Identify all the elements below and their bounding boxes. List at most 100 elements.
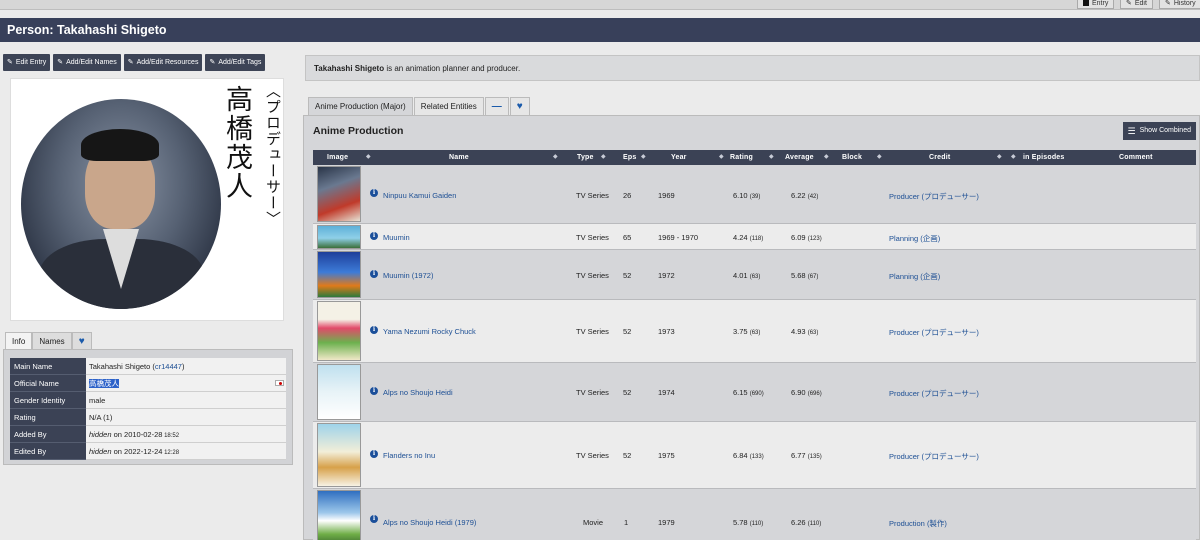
col-eps[interactable]: Eps ◆ — [623, 150, 646, 165]
sort-icon: ◆ — [877, 154, 882, 160]
credit-link[interactable]: Planning (企画) — [889, 271, 940, 282]
info-panel: Main Name Takahashi Shigeto (cr14447) Of… — [3, 349, 293, 465]
table-row: i Yama Nezumi Rocky Chuck TV Series 52 1… — [313, 300, 1196, 363]
tab-names[interactable]: Names — [32, 332, 72, 349]
credit-link[interactable]: Producer (プロデューサー) — [889, 191, 979, 202]
info-row-added-by: Added By hidden on 2010-02-28 18:52 — [10, 426, 286, 443]
table-row: i Flanders no Inu TV Series 52 1975 6.84… — [313, 422, 1196, 489]
tab-edit[interactable]: ✎ Edit — [1120, 0, 1153, 9]
tab-favorite-list[interactable]: ♥ — [509, 97, 530, 115]
table-row: i Alps no Shoujo Heidi (1979) Movie 1 19… — [313, 489, 1196, 540]
col-year[interactable]: Year ◆ — [671, 150, 724, 165]
info-row-main-name: Main Name Takahashi Shigeto (cr14447) — [10, 358, 286, 375]
tab-related-entities[interactable]: Related Entities — [413, 97, 484, 115]
description-box: Takahashi Shigeto is an animation planne… — [305, 55, 1200, 81]
top-strip: Entry ✎ Edit ✎ History — [0, 0, 1200, 10]
square-icon — [1083, 0, 1089, 6]
info-tabs: Info Names ♥ — [5, 332, 92, 349]
info-row-official-name: Official Name 高橋茂人 — [10, 375, 286, 392]
info-icon[interactable]: i — [370, 232, 378, 240]
sort-icon: ◆ — [366, 154, 371, 160]
sort-icon: ◆ — [719, 154, 724, 160]
list-icon: ☰ — [1127, 126, 1136, 136]
col-image[interactable]: Image ◆ — [327, 150, 371, 165]
info-row-rating: Rating N/A (1) — [10, 409, 286, 426]
production-heading: Anime Production — [313, 125, 404, 137]
portrait-image — [21, 99, 221, 309]
sort-icon: ◆ — [824, 154, 829, 160]
info-icon[interactable]: i — [370, 450, 378, 458]
info-icon[interactable]: i — [370, 270, 378, 278]
minus-icon: — — [491, 101, 502, 112]
anime-thumbnail[interactable] — [317, 251, 361, 298]
photo-role-jp: 〈プロデューサー〉 — [264, 83, 282, 227]
anime-title-link[interactable]: Ninpuu Kamui Gaiden — [383, 191, 456, 200]
sort-icon: ◆ — [997, 154, 1002, 160]
sort-icon: ◆ — [601, 154, 606, 160]
table-row: i Muumin TV Series 65 1969 - 1970 4.24 (… — [313, 224, 1196, 250]
anime-title-link[interactable]: Muumin (1972) — [383, 271, 433, 280]
table-row: i Muumin (1972) TV Series 52 1972 4.01 (… — [313, 250, 1196, 300]
edit-names-button[interactable]: ✎ Add/Edit Names — [53, 54, 121, 71]
credit-link[interactable]: Producer (プロデューサー) — [889, 451, 979, 462]
col-average[interactable]: Average ◆ — [785, 150, 829, 165]
anime-thumbnail[interactable] — [317, 301, 361, 361]
tab-anime-production[interactable]: Anime Production (Major) — [308, 97, 413, 115]
creator-id-link[interactable]: cr14447 — [155, 362, 182, 371]
heart-icon: ♥ — [516, 101, 523, 112]
col-name[interactable]: Name ◆ — [449, 150, 558, 165]
credit-link[interactable]: Planning (企画) — [889, 233, 940, 244]
col-type[interactable]: Type ◆ — [577, 150, 606, 165]
info-icon[interactable]: i — [370, 189, 378, 197]
col-credit[interactable]: Credit ◆ — [929, 150, 1002, 165]
col-comment[interactable]: Comment — [1119, 150, 1153, 165]
heart-icon: ♥ — [78, 336, 85, 347]
left-toolbar: ✎ Edit Entry ✎ Add/Edit Names ✎ Add/Edit Re… — [3, 54, 266, 71]
tab-collapse[interactable]: — — [484, 97, 509, 115]
tab-info[interactable]: Info — [5, 332, 33, 349]
photo-name-jp: 高橋茂人 — [221, 85, 252, 201]
credit-link[interactable]: Production (製作) — [889, 518, 947, 529]
pencil-icon: ✎ — [127, 59, 134, 66]
tab-history[interactable]: ✎ History — [1159, 0, 1200, 9]
edit-resources-button[interactable]: ✎ Add/Edit Resources — [123, 54, 203, 71]
pencil-icon: ✎ — [209, 59, 216, 66]
person-photo: 高橋茂人 〈プロデューサー〉 — [10, 78, 284, 321]
info-icon[interactable]: i — [370, 515, 378, 523]
anime-thumbnail[interactable] — [317, 490, 361, 540]
info-row-edited-by: Edited By hidden on 2022-12-24 12:28 — [10, 443, 286, 460]
sort-icon: ◆ — [553, 154, 558, 160]
right-tabs: Anime Production (Major) Related Entitie… — [308, 97, 530, 115]
anime-thumbnail[interactable] — [317, 423, 361, 487]
table-row: i Ninpuu Kamui Gaiden TV Series 26 1969 … — [313, 165, 1196, 224]
pencil-icon: ✎ — [7, 59, 13, 66]
anime-title-link[interactable]: Flanders no Inu — [383, 451, 435, 460]
tab-entry[interactable]: Entry — [1077, 0, 1115, 9]
info-icon[interactable]: i — [370, 387, 378, 395]
col-in-episodes[interactable]: in Episodes ◆ — [1011, 150, 1065, 165]
credit-link[interactable]: Producer (プロデューサー) — [889, 388, 979, 399]
pencil-icon: ✎ — [1165, 0, 1171, 7]
info-icon[interactable]: i — [370, 326, 378, 334]
anime-title-link[interactable]: Alps no Shoujo Heidi (1979) — [383, 518, 476, 527]
table-header: Image ◆ Name ◆ Type ◆ Eps ◆ Year ◆ Rating ◆ Av… — [313, 150, 1196, 165]
show-combined-button[interactable]: ☰ Show Combined — [1122, 122, 1196, 140]
anime-title-link[interactable]: Alps no Shoujo Heidi — [383, 388, 453, 397]
table-row: i Alps no Shoujo Heidi TV Series 52 1974… — [313, 363, 1196, 422]
pencil-icon: ✎ — [57, 59, 64, 66]
tab-favorite[interactable]: ♥ — [71, 332, 92, 349]
credit-link[interactable]: Producer (プロデューサー) — [889, 327, 979, 338]
col-rating[interactable]: Rating ◆ — [730, 150, 774, 165]
info-row-gender: Gender Identity male — [10, 392, 286, 409]
anime-title-link[interactable]: Muumin — [383, 233, 410, 242]
production-panel: Anime Production ☰ Show Combined Image ◆ N… — [303, 115, 1200, 540]
anime-title-link[interactable]: Yama Nezumi Rocky Chuck — [383, 327, 476, 336]
anime-thumbnail[interactable] — [317, 364, 361, 420]
anime-thumbnail[interactable] — [317, 225, 361, 249]
anime-thumbnail[interactable] — [317, 166, 361, 222]
col-block[interactable]: Block ◆ — [842, 150, 882, 165]
edit-tags-button[interactable]: ✎ Add/Edit Tags — [205, 54, 266, 71]
edit-entry-button[interactable]: ✎ Edit Entry — [3, 54, 51, 71]
japan-flag-icon — [275, 380, 284, 386]
pencil-icon: ✎ — [1126, 0, 1132, 7]
